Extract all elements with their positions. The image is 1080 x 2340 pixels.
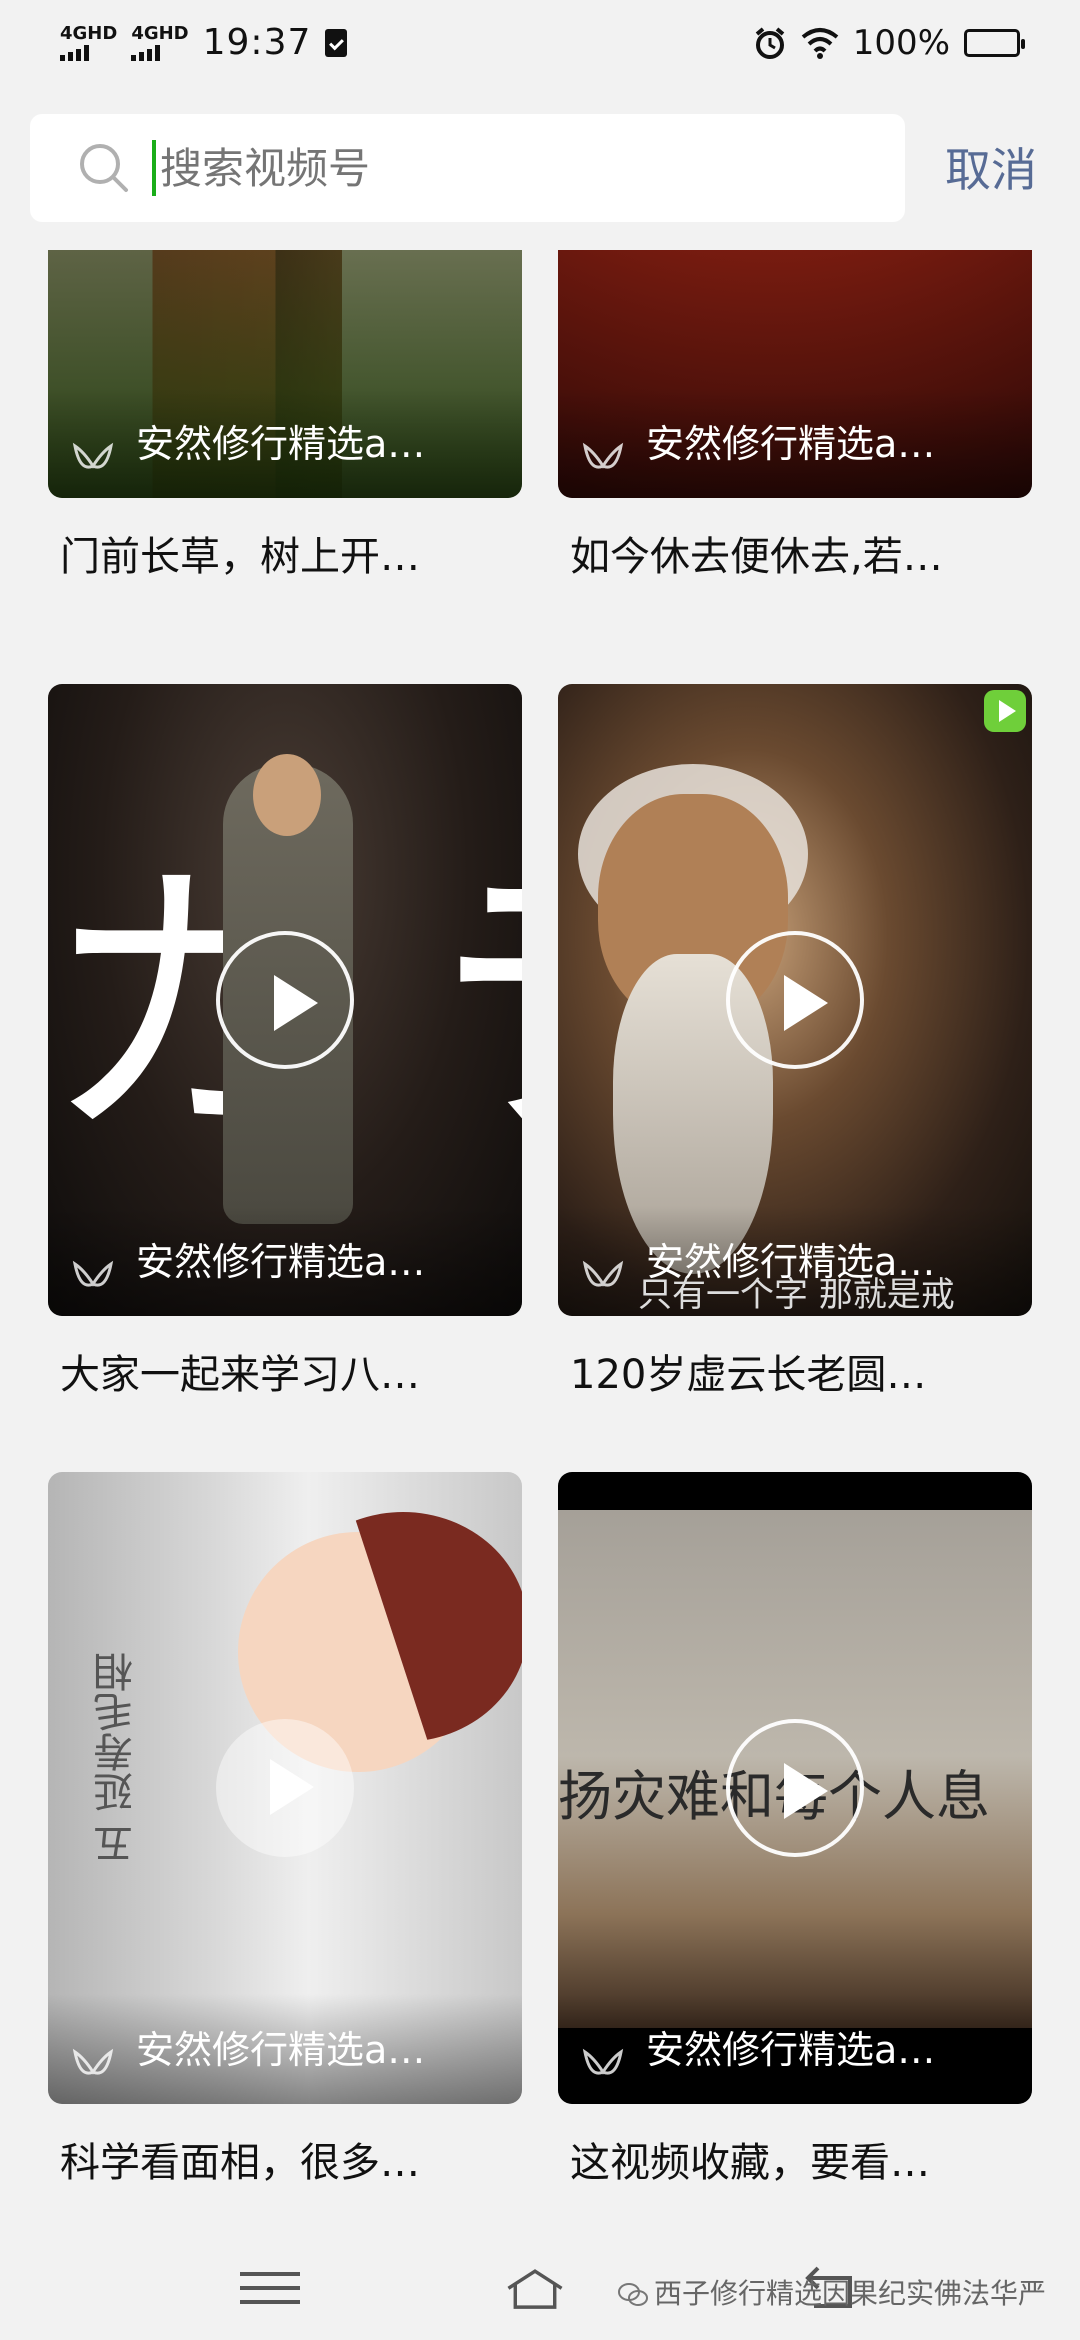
signal-bars-icon xyxy=(131,44,161,61)
sim-check-icon xyxy=(325,28,348,57)
video-title[interactable]: 科学看面相，很多… xyxy=(48,2130,522,2188)
video-title[interactable]: 大家一起来学习八… xyxy=(48,1342,522,1400)
channels-logo-icon xyxy=(72,2048,114,2075)
channels-logo-icon xyxy=(582,2048,624,2075)
video-platform-icon xyxy=(984,690,1026,732)
thumb-figure-head xyxy=(253,754,321,836)
search-bar[interactable] xyxy=(30,114,905,222)
video-thumbnail[interactable]: 扬灾难和每个人息 安然修行精选a… xyxy=(558,1472,1032,2104)
play-icon[interactable] xyxy=(216,1719,354,1857)
clock: 19:37 xyxy=(202,22,312,63)
cancel-button[interactable]: 取消 xyxy=(945,134,1037,200)
channel-overlay: 安然修行精选a… xyxy=(48,1206,522,1316)
alarm-icon xyxy=(755,26,785,59)
status-bar: 4GHD 4GHD 19:37 100% xyxy=(0,0,1080,85)
status-right: 100% xyxy=(753,22,1025,63)
play-icon[interactable] xyxy=(726,931,864,1069)
wifi-icon xyxy=(801,27,839,59)
channels-logo-icon xyxy=(582,1260,624,1287)
thumb-glyph: ラ xyxy=(418,764,522,1198)
channel-name: 安然修行精选a… xyxy=(646,1240,936,1284)
battery-percent: 100% xyxy=(852,22,950,63)
video-thumbnail[interactable]: 安然修行精选a… xyxy=(48,250,522,498)
channel-overlay: 安然修行精选a… xyxy=(558,388,1032,498)
status-left: 4GHD 4GHD 19:37 xyxy=(60,22,348,63)
video-results[interactable]: 安然修行精选a… 门前长草，树上开… 安然修行精选a… 如今休去便休去,若… カ… xyxy=(0,250,1080,2240)
search-icon xyxy=(80,144,128,192)
channel-overlay: 安然修行精选a… xyxy=(558,1994,1032,2104)
video-card[interactable]: カ ラ 安然修行精选a… 大家一起来学习八… xyxy=(48,684,522,1400)
video-card[interactable]: 安然修行精选a… 门前长草，树上开… xyxy=(48,250,522,582)
video-title[interactable]: 120岁虚云长老圆… xyxy=(558,1342,1032,1400)
network-type-1: 4GHD xyxy=(60,22,118,44)
video-card[interactable]: 只有一个字 那就是戒 安然修行精选a… 120岁虚云长老圆… xyxy=(558,684,1032,1400)
home-icon[interactable] xyxy=(505,2262,565,2318)
watermark-text: 西子修行精选因果纪实佛法华严 xyxy=(654,2277,1047,2310)
search-input[interactable] xyxy=(152,140,762,196)
video-card[interactable]: 五 延寿毛相 安然修行精选a… 科学看面相，很多… xyxy=(48,1472,522,2188)
channel-overlay: 安然修行精选a… xyxy=(48,1994,522,2104)
play-icon[interactable] xyxy=(726,1719,864,1857)
signal-indicator-1: 4GHD xyxy=(60,22,118,61)
watermark: 西子修行精选因果纪实佛法华严 xyxy=(618,2272,1046,2312)
channel-name: 安然修行精选a… xyxy=(646,2028,936,2072)
video-card[interactable]: 扬灾难和每个人息 安然修行精选a… 这视频收藏，要看… xyxy=(558,1472,1032,2188)
video-title[interactable]: 如今休去便休去,若… xyxy=(558,524,1032,582)
network-type-2: 4GHD xyxy=(131,22,189,44)
video-thumbnail[interactable]: 安然修行精选a… xyxy=(558,250,1032,498)
signal-indicator-2: 4GHD xyxy=(131,22,189,61)
video-thumbnail[interactable]: カ ラ 安然修行精选a… xyxy=(48,684,522,1316)
video-thumbnail[interactable]: 五 延寿毛相 安然修行精选a… xyxy=(48,1472,522,2104)
channel-name: 安然修行精选a… xyxy=(646,422,936,466)
channel-name: 安然修行精选a… xyxy=(136,1240,426,1284)
video-title[interactable]: 这视频收藏，要看… xyxy=(558,2130,1032,2188)
thumb-vertical-text: 五 延寿毛相 xyxy=(94,1652,140,1865)
play-icon[interactable] xyxy=(216,931,354,1069)
video-thumbnail[interactable]: 只有一个字 那就是戒 安然修行精选a… xyxy=(558,684,1032,1316)
wechat-icon xyxy=(618,2283,648,2306)
channel-overlay: 只有一个字 那就是戒 安然修行精选a… xyxy=(558,1206,1032,1316)
channels-logo-icon xyxy=(72,1260,114,1287)
channel-name: 安然修行精选a… xyxy=(136,2028,426,2072)
menu-icon[interactable] xyxy=(240,2262,300,2318)
channel-name: 安然修行精选a… xyxy=(136,422,426,466)
video-card[interactable]: 安然修行精选a… 如今休去便休去,若… xyxy=(558,250,1032,582)
battery-icon xyxy=(964,28,1025,57)
channel-overlay: 安然修行精选a… xyxy=(48,388,522,498)
video-title[interactable]: 门前长草，树上开… xyxy=(48,524,522,582)
channels-logo-icon xyxy=(582,442,624,469)
channels-logo-icon xyxy=(72,442,114,469)
signal-bars-icon xyxy=(60,44,89,61)
